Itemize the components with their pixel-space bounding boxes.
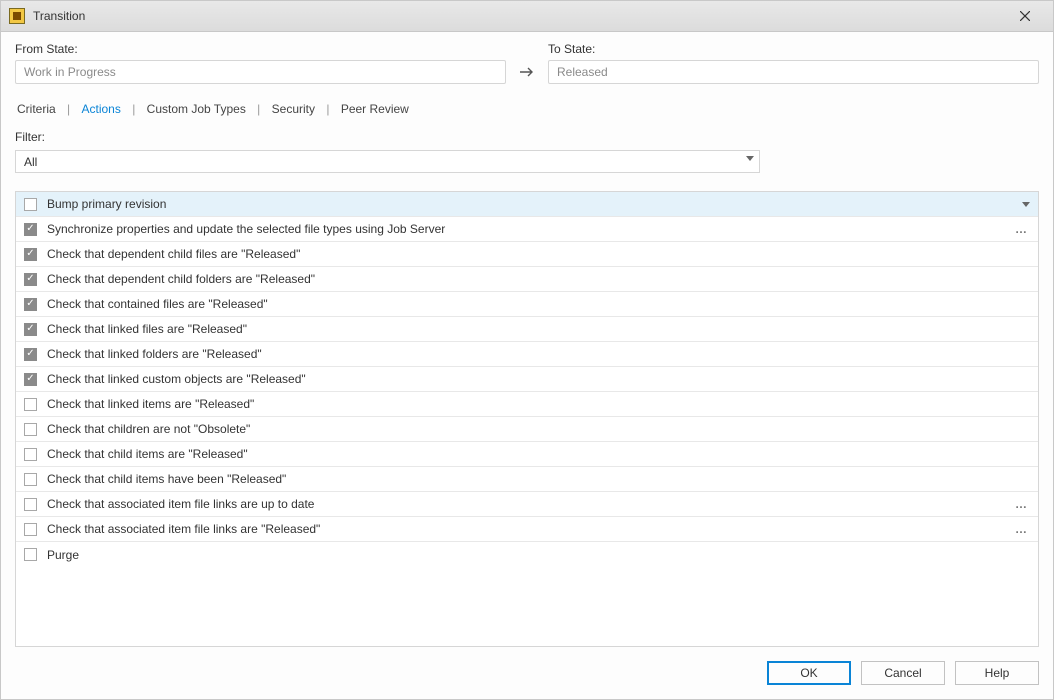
tab-peer-review[interactable]: Peer Review [339, 102, 411, 116]
action-row[interactable]: Check that contained files are "Released… [16, 292, 1038, 317]
action-row[interactable]: Check that child items are "Released" [16, 442, 1038, 467]
actions-list[interactable]: Bump primary revision Synchronize propert… [15, 191, 1039, 647]
action-label: Check that linked custom objects are "Re… [47, 372, 1030, 386]
action-checkbox[interactable] [24, 298, 37, 311]
action-row[interactable]: Check that linked items are "Released" [16, 392, 1038, 417]
action-label: Check that dependent child folders are "… [47, 272, 1030, 286]
action-label: Check that linked files are "Released" [47, 322, 1030, 336]
from-state-group: From State: [15, 42, 506, 84]
app-icon [9, 8, 25, 24]
action-checkbox[interactable] [24, 398, 37, 411]
action-row[interactable]: Check that linked files are "Released" [16, 317, 1038, 342]
action-row[interactable]: Check that linked custom objects are "Re… [16, 367, 1038, 392]
button-bar: OK Cancel Help [15, 661, 1039, 685]
action-checkbox[interactable] [24, 473, 37, 486]
action-label: Check that associated item file links ar… [47, 522, 1003, 536]
close-icon [1020, 11, 1030, 21]
action-label: Check that child items are "Released" [47, 447, 1030, 461]
from-state-label: From State: [15, 42, 506, 56]
action-label: Bump primary revision [47, 197, 1004, 211]
dialog-content: From State: To State: Criteria | Actions… [1, 32, 1053, 699]
tab-security[interactable]: Security [270, 102, 317, 116]
window-title: Transition [33, 9, 85, 23]
filter-label: Filter: [15, 130, 1039, 144]
titlebar: Transition [1, 1, 1053, 32]
action-label: Check that linked folders are "Released" [47, 347, 1030, 361]
action-row[interactable]: Synchronize properties and update the se… [16, 217, 1038, 242]
action-checkbox[interactable] [24, 198, 37, 211]
to-state-group: To State: [548, 42, 1039, 84]
action-label: Check that children are not "Obsolete" [47, 422, 1030, 436]
tab-criteria[interactable]: Criteria [15, 102, 58, 116]
action-checkbox[interactable] [24, 348, 37, 361]
close-button[interactable] [1005, 2, 1045, 30]
action-label: Check that contained files are "Released… [47, 297, 1030, 311]
action-checkbox[interactable] [24, 273, 37, 286]
to-state-input[interactable] [548, 60, 1039, 84]
action-label: Check that linked items are "Released" [47, 397, 1030, 411]
filter-combo[interactable] [15, 150, 760, 173]
action-row[interactable]: Check that child items have been "Releas… [16, 467, 1038, 492]
tab-actions[interactable]: Actions [79, 102, 122, 116]
action-label: Check that dependent child files are "Re… [47, 247, 1030, 261]
action-checkbox[interactable] [24, 498, 37, 511]
action-label: Check that associated item file links ar… [47, 497, 1003, 511]
action-row[interactable]: Check that associated item file links ar… [16, 517, 1038, 542]
action-label: Purge [47, 548, 1030, 562]
action-row[interactable]: Check that dependent child folders are "… [16, 267, 1038, 292]
tabs: Criteria | Actions | Custom Job Types | … [15, 102, 1039, 116]
transition-dialog: Transition From State: To State: [0, 0, 1054, 700]
to-state-label: To State: [548, 42, 1039, 56]
action-checkbox[interactable] [24, 523, 37, 536]
action-checkbox[interactable] [24, 373, 37, 386]
action-checkbox[interactable] [24, 448, 37, 461]
action-checkbox[interactable] [24, 223, 37, 236]
cancel-button[interactable]: Cancel [861, 661, 945, 685]
action-checkbox[interactable] [24, 323, 37, 336]
help-button[interactable]: Help [955, 661, 1039, 685]
action-label: Check that child items have been "Releas… [47, 472, 1030, 486]
action-row[interactable]: Bump primary revision [16, 192, 1038, 217]
state-row: From State: To State: [15, 42, 1039, 84]
row-options-icon[interactable]: … [1013, 497, 1030, 511]
tab-custom-job-types[interactable]: Custom Job Types [145, 102, 248, 116]
filter-group: Filter: [15, 130, 1039, 173]
row-options-icon[interactable]: … [1013, 222, 1030, 236]
row-options-icon[interactable]: … [1013, 522, 1030, 536]
chevron-down-icon [746, 156, 754, 161]
action-row[interactable]: Check that associated item file links ar… [16, 492, 1038, 517]
action-row[interactable]: Purge [16, 542, 1038, 567]
action-checkbox[interactable] [24, 548, 37, 561]
action-row[interactable]: Check that linked folders are "Released" [16, 342, 1038, 367]
action-checkbox[interactable] [24, 248, 37, 261]
action-label: Synchronize properties and update the se… [47, 222, 1003, 236]
action-row[interactable]: Check that children are not "Obsolete" [16, 417, 1038, 442]
filter-input[interactable] [15, 150, 760, 173]
action-checkbox[interactable] [24, 423, 37, 436]
transition-arrow-icon [516, 60, 538, 84]
action-row[interactable]: Check that dependent child files are "Re… [16, 242, 1038, 267]
ok-button[interactable]: OK [767, 661, 851, 685]
chevron-down-icon[interactable] [1022, 202, 1030, 207]
from-state-input[interactable] [15, 60, 506, 84]
